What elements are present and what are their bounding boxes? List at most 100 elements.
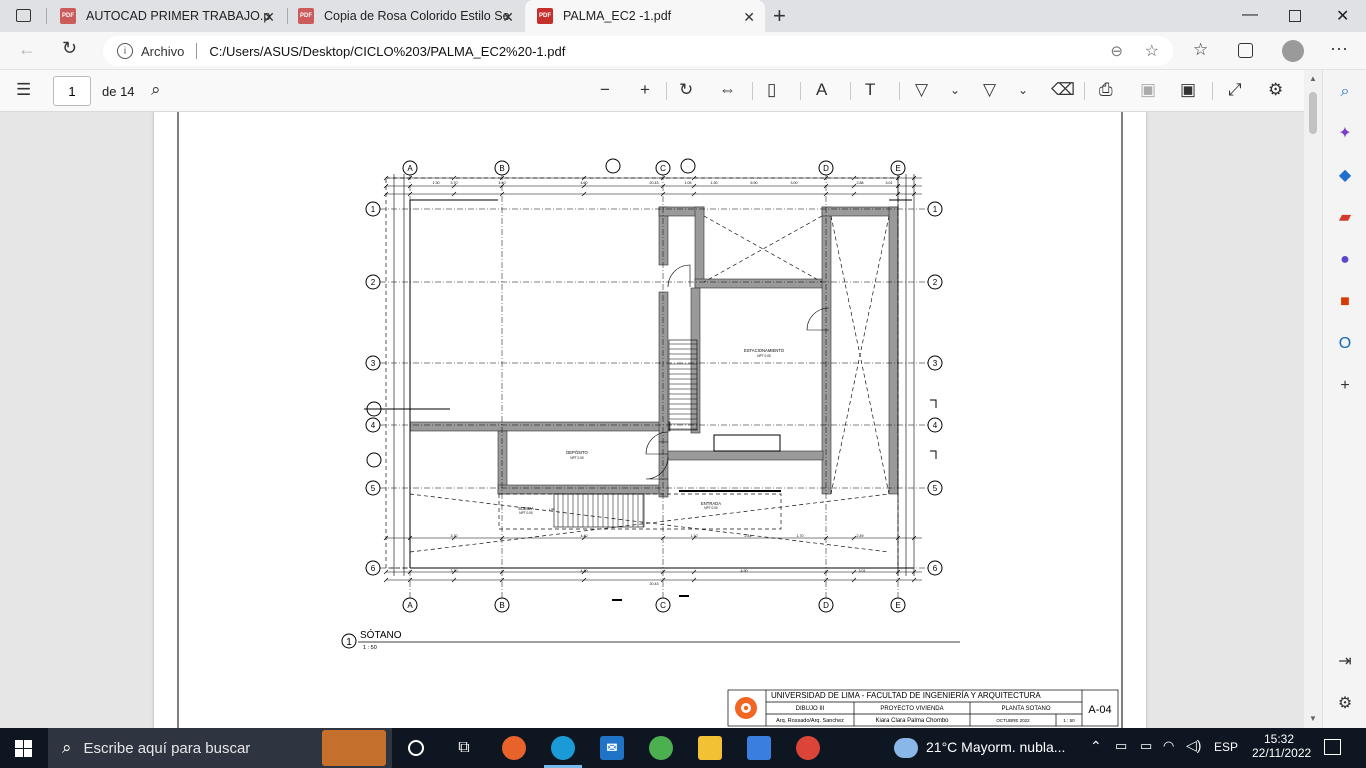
file-explorer-icon[interactable] <box>698 736 722 760</box>
add-text-icon[interactable]: T <box>865 80 875 100</box>
copilot-icon[interactable]: ✦ <box>1335 124 1355 144</box>
dimension-text: 2.49 <box>857 534 864 538</box>
print-icon[interactable]: ⎙ <box>1099 80 1113 100</box>
rotate-icon[interactable]: ↻ <box>679 80 693 100</box>
zoom-in-icon[interactable]: + <box>640 80 650 100</box>
add-favorite-icon[interactable]: ☆ <box>1145 41 1159 61</box>
save-as-icon[interactable]: ▣ <box>1180 80 1196 100</box>
fullscreen-icon[interactable]: ⤢ <box>1228 80 1242 100</box>
save-icon[interactable]: ▣ <box>1140 80 1156 100</box>
minimize-icon[interactable]: — <box>1242 6 1258 24</box>
up-label: UP <box>549 507 555 512</box>
view-scale: 1 : 50 <box>363 645 377 651</box>
page-view-icon[interactable]: ▯ <box>767 80 776 100</box>
task-view-icon[interactable]: ⧉ <box>452 736 476 760</box>
dimension-text: 1.10 <box>691 534 698 538</box>
sidebar-hide-icon[interactable]: ⇥ <box>1335 652 1355 672</box>
vertical-scrollbar[interactable]: ▲ ▼ <box>1304 70 1322 728</box>
dashed-outlines <box>385 177 899 569</box>
pdf-viewer[interactable]: A A B B C C D D E E 1 1 2 2 3 3 4 4 5 5 6 6 ESTACIONAMIENTO N… <box>0 112 1304 728</box>
office-icon[interactable]: ■ <box>1335 292 1355 312</box>
scroll-thumb[interactable] <box>1309 92 1317 134</box>
language-indicator[interactable]: ESP <box>1214 740 1238 754</box>
mail-icon[interactable]: ✉ <box>600 736 624 760</box>
pdf-toolbar: ☰ de 14 ⌕ − + ↻ ⇔ ▯ A T ▽ ⌄ ▽ ⌄ ⌫ ⎙ ▣ ▣ … <box>0 70 1322 112</box>
dimension-text: 4.40 <box>581 534 588 538</box>
info-icon[interactable]: i <box>117 43 133 59</box>
windows-start-icon[interactable] <box>15 740 32 757</box>
shopping-icon[interactable]: ◆ <box>1335 166 1355 186</box>
sidebar-settings-icon[interactable]: ⚙ <box>1335 694 1355 714</box>
grid-bubble-label: 2 <box>371 278 376 287</box>
close-tab-icon[interactable]: ✕ <box>263 9 275 26</box>
games-icon[interactable]: ● <box>1335 250 1355 270</box>
weather-text[interactable]: 21°C Mayorm. nubla... <box>926 739 1065 755</box>
pdf-settings-icon[interactable]: ⚙ <box>1268 80 1283 100</box>
dimension-text: 3.70 <box>451 569 458 573</box>
volume-icon[interactable]: ◁) <box>1186 737 1201 754</box>
refresh-icon[interactable]: ↻ <box>62 38 77 59</box>
profile-avatar[interactable] <box>1282 40 1304 62</box>
firefox-icon[interactable] <box>502 736 526 760</box>
settings-more-icon[interactable]: ··· <box>1330 38 1348 59</box>
grid-bubble-label: C <box>660 164 666 173</box>
tab-autocad[interactable]: PDF AUTOCAD PRIMER TRABAJO.pdf ✕ <box>48 0 285 32</box>
search-icon[interactable]: ⌕ <box>1335 82 1355 102</box>
grid-bubble-label: 5 <box>933 484 938 493</box>
tools-icon[interactable]: ▰ <box>1335 208 1355 228</box>
outlook-icon[interactable]: O <box>1335 334 1355 354</box>
grid-bubble-label: A <box>407 164 413 173</box>
grid-bubble-label: B <box>499 601 504 610</box>
dimension-text: 4.40 <box>499 181 506 185</box>
close-tab-icon[interactable]: ✕ <box>743 9 755 26</box>
zoom-out-icon[interactable]: − <box>600 80 610 100</box>
collections-icon[interactable] <box>1238 43 1253 58</box>
close-tab-icon[interactable]: ✕ <box>502 9 514 26</box>
back-icon[interactable]: ← <box>18 39 36 60</box>
clock-date: 22/11/2022 <box>1252 746 1312 760</box>
store-icon[interactable] <box>747 736 771 760</box>
taskbar-search[interactable]: ⌕ Escribe aquí para buscar <box>48 728 392 768</box>
tab-copia-rosa[interactable]: PDF Copia de Rosa Colorido Estilo Se ✕ <box>286 0 524 32</box>
cortana-icon[interactable] <box>408 740 424 756</box>
zoom-out-icon[interactable]: ⊖ <box>1110 42 1123 60</box>
dimension-text: 4.90 <box>741 569 748 573</box>
fit-page-icon[interactable]: ⇔ <box>719 80 736 100</box>
highlight-icon[interactable]: ▽ <box>983 80 996 100</box>
page-number-input[interactable] <box>53 76 91 106</box>
favorites-icon[interactable]: ☆ <box>1193 40 1208 60</box>
tab-actions-icon[interactable] <box>16 9 31 22</box>
draw-icon[interactable]: ▽ <box>915 80 928 100</box>
chevron-down-icon[interactable]: ⌄ <box>950 80 960 100</box>
chrome-profile-icon[interactable] <box>796 736 820 760</box>
contents-icon[interactable]: ☰ <box>16 80 31 100</box>
chevron-down-icon[interactable]: ⌄ <box>1018 80 1028 100</box>
erase-icon[interactable]: ⌫ <box>1051 80 1075 100</box>
add-icon[interactable]: + <box>1335 376 1355 396</box>
url-text[interactable]: C:/Users/ASUS/Desktop/CICLO%203/PALMA_EC… <box>209 44 565 59</box>
read-aloud-icon[interactable]: A <box>816 80 827 100</box>
room-label-deposito: DEPÓSITO <box>566 450 588 455</box>
address-field[interactable]: i Archivo C:/Users/ASUS/Desktop/CICLO%20… <box>103 36 1173 66</box>
tab-separator <box>46 8 47 24</box>
battery-icon[interactable]: ▭ <box>1140 738 1152 754</box>
edge-icon[interactable] <box>551 736 575 760</box>
clock[interactable]: 15:32 22/11/2022 <box>1252 732 1312 760</box>
notifications-icon[interactable] <box>1324 739 1341 755</box>
close-window-icon[interactable]: ✕ <box>1336 6 1349 26</box>
show-hidden-icons[interactable]: ⌃ <box>1090 738 1102 755</box>
meet-now-icon[interactable]: ▭ <box>1115 738 1127 754</box>
find-icon[interactable]: ⌕ <box>151 80 161 100</box>
restore-icon[interactable] <box>1289 10 1301 22</box>
weather-icon[interactable] <box>894 738 918 758</box>
search-placeholder: Escribe aquí para buscar <box>83 739 251 757</box>
grid-bubble-label: D <box>823 601 829 610</box>
npt-label: NPT 0.00 <box>570 456 584 460</box>
tab-title: Copia de Rosa Colorido Estilo Se <box>324 9 509 23</box>
dimension-text: 3.01 <box>859 569 866 573</box>
wifi-icon[interactable]: ◠ <box>1163 738 1174 754</box>
chrome-icon[interactable] <box>649 736 673 760</box>
tab-palma[interactable]: PDF PALMA_EC2 -1.pdf ✕ <box>525 0 765 32</box>
stair-treads <box>557 343 697 527</box>
new-tab-icon[interactable]: + <box>773 3 786 29</box>
